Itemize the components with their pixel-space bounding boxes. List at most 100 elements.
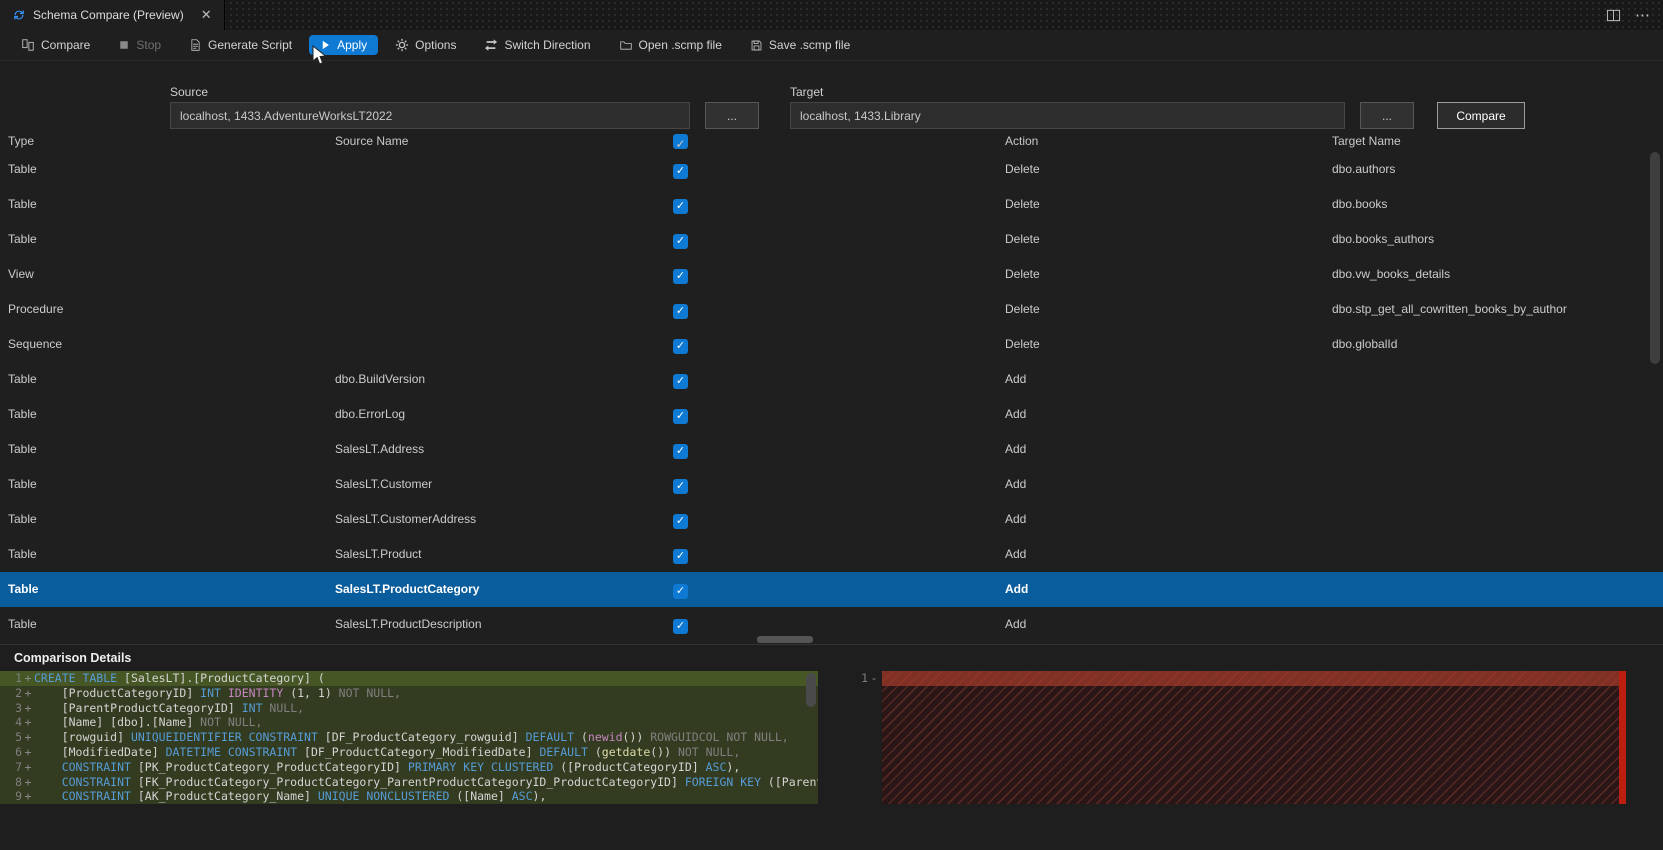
include-checkbox[interactable]: ✓ bbox=[673, 199, 688, 214]
target-input[interactable] bbox=[790, 102, 1345, 129]
include-checkbox[interactable]: ✓ bbox=[673, 374, 688, 389]
code-text: CONSTRAINT [AK_ProductCategory_Name] UNI… bbox=[34, 789, 547, 804]
line-number: 4 bbox=[15, 715, 22, 730]
include-checkbox[interactable]: ✓ bbox=[673, 234, 688, 249]
connection-panel: Source ... Target ... Compare bbox=[0, 61, 1663, 131]
diff-line: 9 + CONSTRAINT [AK_ProductCategory_Name] … bbox=[0, 789, 818, 805]
row-source-name: SalesLT.Product bbox=[335, 547, 422, 561]
play-button[interactable]: Apply bbox=[309, 35, 379, 55]
row-type: Table bbox=[8, 407, 37, 421]
diff-sign: + bbox=[24, 789, 32, 804]
row-action: Delete bbox=[1005, 232, 1040, 246]
line-number: 5 bbox=[15, 730, 22, 745]
line-number: 8 bbox=[15, 774, 22, 789]
editor-actions: ⋯ bbox=[1606, 0, 1651, 30]
table-row[interactable]: Table SalesLT.ProductDescription ✓ Add bbox=[0, 607, 1663, 642]
table-row[interactable]: Table SalesLT.Address ✓ Add bbox=[0, 432, 1663, 467]
tab-schema-compare[interactable]: Schema Compare (Preview) ✕ bbox=[0, 0, 225, 30]
line-number: 2 bbox=[15, 685, 22, 700]
column-header-target-name[interactable]: Target Name bbox=[1332, 131, 1401, 152]
diff-line: 5 + [rowguid] UNIQUEIDENTIFIER CONSTRAINT… bbox=[0, 730, 818, 745]
toolbar-item-label: Open .scmp file bbox=[638, 38, 722, 52]
include-checkbox[interactable]: ✓ bbox=[673, 444, 688, 459]
include-checkbox[interactable]: ✓ bbox=[673, 269, 688, 284]
row-target-name: dbo.books bbox=[1332, 197, 1388, 211]
table-row[interactable]: Table ✓ Delete dbo.books bbox=[0, 187, 1663, 222]
row-type: Table bbox=[8, 197, 37, 211]
select-all-checkbox[interactable]: ✓ bbox=[673, 134, 688, 151]
row-type: Table bbox=[8, 582, 39, 596]
row-action: Delete bbox=[1005, 267, 1040, 281]
diff-sign: - bbox=[870, 671, 878, 685]
grid-vertical-scrollbar[interactable] bbox=[1650, 152, 1660, 364]
diff-line: 1 + CREATE TABLE [SalesLT].[ProductCategor… bbox=[0, 671, 818, 686]
include-checkbox[interactable]: ✓ bbox=[673, 304, 688, 319]
column-header-source-name[interactable]: Source Name bbox=[335, 131, 408, 152]
diff-vertical-scrollbar[interactable] bbox=[806, 673, 816, 707]
switch-button[interactable]: Switch Direction bbox=[473, 35, 601, 55]
row-source-name: SalesLT.Address bbox=[335, 442, 425, 456]
row-type: Table bbox=[8, 162, 37, 176]
table-row[interactable]: Sequence ✓ Delete dbo.globalId bbox=[0, 327, 1663, 362]
table-row[interactable]: Table dbo.ErrorLog ✓ Add bbox=[0, 397, 1663, 432]
column-header-type[interactable]: Type bbox=[8, 131, 34, 152]
include-checkbox[interactable]: ✓ bbox=[673, 409, 688, 424]
deleted-overview-mark bbox=[1619, 671, 1626, 804]
diff-sign: + bbox=[24, 730, 32, 745]
code-text: [ModifiedDate] DATETIME CONSTRAINT [DF_P… bbox=[34, 744, 741, 759]
target-browse-button[interactable]: ... bbox=[1360, 102, 1414, 129]
results-grid: Table ✓ Delete dbo.authors Table ✓ Delete dbo.b… bbox=[0, 152, 1663, 642]
source-browse-button[interactable]: ... bbox=[705, 102, 759, 129]
table-row[interactable]: Table dbo.BuildVersion ✓ Add bbox=[0, 362, 1663, 397]
tab-title: Schema Compare (Preview) bbox=[33, 8, 184, 22]
more-actions-icon[interactable]: ⋯ bbox=[1635, 6, 1651, 24]
table-row[interactable]: Table SalesLT.CustomerAddress ✓ Add bbox=[0, 502, 1663, 537]
diff-line: 4 + [Name] [dbo].[Name] NOT NULL, bbox=[0, 715, 818, 731]
stop-button[interactable]: Stop bbox=[107, 35, 172, 55]
include-checkbox[interactable]: ✓ bbox=[673, 619, 688, 634]
include-checkbox[interactable]: ✓ bbox=[673, 549, 688, 564]
results-grid-header: Type Source Name ✓ Action Target Name bbox=[0, 131, 1663, 152]
row-target-name: dbo.authors bbox=[1332, 162, 1396, 176]
include-checkbox[interactable]: ✓ bbox=[673, 164, 688, 179]
row-type: Table bbox=[8, 372, 37, 386]
row-action: Delete bbox=[1005, 162, 1040, 176]
grid-horizontal-scrollbar[interactable] bbox=[757, 636, 813, 643]
open-file-button[interactable]: Open .scmp file bbox=[608, 35, 733, 55]
include-checkbox[interactable]: ✓ bbox=[673, 584, 688, 599]
save-file-icon bbox=[750, 39, 763, 52]
table-row[interactable]: Table ✓ Delete dbo.authors bbox=[0, 152, 1663, 187]
diff-line: 3 + [ParentProductCategoryID] INT NULL, bbox=[0, 700, 818, 716]
include-checkbox[interactable]: ✓ bbox=[673, 514, 688, 529]
gear-button[interactable]: Options bbox=[384, 35, 467, 55]
row-source-name: SalesLT.ProductDescription bbox=[335, 617, 482, 631]
table-row[interactable]: Table SalesLT.Product ✓ Add bbox=[0, 537, 1663, 572]
comparison-details-title: Comparison Details bbox=[14, 651, 132, 665]
table-row[interactable]: Procedure ✓ Delete dbo.stp_get_all_cowritte… bbox=[0, 292, 1663, 327]
source-input[interactable] bbox=[170, 102, 690, 129]
table-row[interactable]: Table ✓ Delete dbo.books_authors bbox=[0, 222, 1663, 257]
switch-icon bbox=[484, 38, 498, 52]
close-icon[interactable]: ✕ bbox=[201, 7, 212, 23]
script-button[interactable]: Generate Script bbox=[178, 35, 303, 55]
split-editor-icon[interactable] bbox=[1606, 8, 1621, 23]
include-checkbox[interactable]: ✓ bbox=[673, 479, 688, 494]
table-row[interactable]: Table SalesLT.Customer ✓ Add bbox=[0, 467, 1663, 502]
compare-run-button[interactable]: Compare bbox=[1437, 102, 1525, 129]
diff-sign: + bbox=[24, 759, 32, 774]
row-type: Table bbox=[8, 477, 37, 491]
column-header-action[interactable]: Action bbox=[1005, 131, 1038, 152]
table-row[interactable]: Table SalesLT.ProductCategory ✓ Add bbox=[0, 572, 1663, 607]
compare-button[interactable]: Compare bbox=[10, 35, 101, 55]
row-type: View bbox=[8, 267, 34, 281]
toolbar-item-label: Compare bbox=[41, 38, 91, 52]
save-file-button[interactable]: Save .scmp file bbox=[739, 35, 861, 55]
row-target-name: dbo.globalId bbox=[1332, 337, 1398, 351]
line-number: 9 bbox=[15, 789, 22, 804]
source-label: Source bbox=[170, 85, 209, 99]
code-text: CONSTRAINT [PK_ProductCategory_ProductCa… bbox=[34, 759, 741, 774]
include-checkbox[interactable]: ✓ bbox=[673, 339, 688, 354]
table-row[interactable]: View ✓ Delete dbo.vw_books_details bbox=[0, 257, 1663, 292]
code-text: [rowguid] UNIQUEIDENTIFIER CONSTRAINT [D… bbox=[34, 730, 789, 745]
row-type: Table bbox=[8, 512, 37, 526]
